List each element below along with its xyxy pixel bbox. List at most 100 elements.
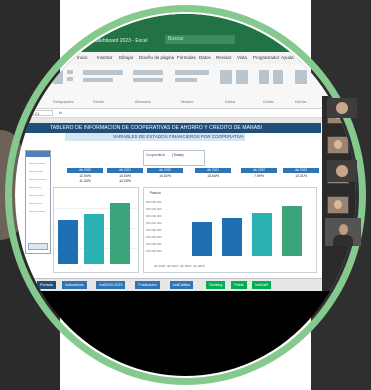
table-format-icon[interactable]: [236, 70, 248, 84]
insert-cells-icon[interactable]: [259, 70, 269, 84]
participant-thumbnail[interactable]: [327, 136, 349, 154]
tab-archivo[interactable]: Archivo: [55, 55, 70, 60]
slicer-clear-button[interactable]: [28, 243, 48, 250]
participant-face: [336, 102, 348, 114]
kpi-right-header: dic 2023: [283, 168, 319, 173]
title-bar: Tablero CAC dashboard 2023 - Excel Busca…: [15, 14, 356, 52]
sheet-tab-pobla[interactable]: Pobla: [231, 281, 247, 289]
search-input[interactable]: Buscar: [165, 35, 235, 44]
kpi-value: 13.31%: [295, 174, 307, 178]
tab-diseno[interactable]: Diseño de página: [139, 55, 174, 60]
number-format-select[interactable]: [175, 70, 209, 75]
percent-icon[interactable]: [175, 78, 197, 82]
y-tick: 250.000.000: [146, 235, 162, 239]
sheet-tab-publicacion[interactable]: Publicacion: [135, 281, 160, 289]
tab-power-pivot[interactable]: Power Pivot: [299, 55, 323, 60]
slicer-item[interactable]: [29, 203, 42, 204]
legend-item: dic 2022: [180, 264, 192, 268]
kpi-right-header: dic 2021: [195, 168, 231, 173]
chart-title: Pasivo: [150, 191, 161, 195]
slicer-item[interactable]: [29, 195, 44, 196]
bold-italic-icons[interactable]: [83, 78, 113, 82]
dashboard-subheader: VARIABLES DE ESTADOS FINANCIEROS POR COO…: [65, 133, 245, 141]
participant-face: [336, 165, 348, 177]
cut-icon[interactable]: [67, 70, 73, 74]
slicer-item[interactable]: [29, 187, 41, 188]
align-icons[interactable]: [133, 70, 163, 75]
legend-item: dic 2023: [193, 264, 205, 268]
sheet-tab-indi2020-2023[interactable]: Indi2020-2023: [96, 281, 126, 289]
worksheet[interactable]: TABLERO DE INFORMACION DE COOPERATIVAS D…: [15, 123, 356, 278]
tab-programador[interactable]: Programador: [253, 55, 279, 60]
kpi-left-header: dic 2021: [107, 168, 143, 173]
dashboard-subtitle: VARIABLES DE ESTADOS FINANCIEROS POR COO…: [113, 134, 244, 139]
group-number: Número: [181, 100, 194, 104]
slicer-item[interactable]: [29, 179, 46, 180]
cooperativa-filter[interactable]: Cooperativa (Todas): [143, 150, 205, 166]
participant-face: [339, 224, 348, 235]
y-tick: 450.000.000: [146, 207, 162, 211]
sort-filter-icon[interactable]: [295, 70, 307, 84]
conditional-format-icon[interactable]: [220, 70, 232, 84]
tab-formulas[interactable]: Fórmulas: [177, 55, 196, 60]
slicer-item[interactable]: [29, 211, 45, 212]
slicer-panel[interactable]: [25, 150, 51, 254]
search-placeholder: Buscar: [168, 36, 184, 42]
tab-vista[interactable]: Vista: [237, 55, 247, 60]
tab-revisar[interactable]: Revisar: [216, 55, 231, 60]
tab-insertar[interactable]: Insertar: [97, 55, 112, 60]
kpi-value: 12.00%: [79, 174, 91, 178]
filter-label: Cooperativa: [146, 153, 165, 157]
paste-icon[interactable]: [53, 70, 63, 84]
kpi-right-header: dic 2020: [147, 168, 183, 173]
chart-bar: [110, 203, 130, 264]
chart-bar: [252, 212, 272, 256]
kpi-value: 13.64%: [207, 174, 219, 178]
name-box[interactable]: C1: [33, 110, 53, 116]
participant-video-tile[interactable]: [325, 218, 361, 246]
participant-face: [334, 200, 342, 209]
sheet-tab-indicalif[interactable]: IndiCalif: [251, 281, 271, 289]
chart-legend: dic 2020 dic 2021 dic 2022 dic 2023: [154, 264, 204, 268]
slicer-header: [26, 151, 50, 157]
tab-dibujar[interactable]: Dibujar: [119, 55, 133, 60]
dashboard-title: TABLERO DE INFORMACION DE COOPERATIVAS D…: [50, 125, 263, 131]
group-clipboard: Portapapeles: [53, 100, 74, 104]
y-tick: 150.000.000: [146, 249, 162, 253]
group-font: Fuente: [93, 100, 104, 104]
formula-bar: C1 fx: [15, 109, 356, 118]
participant-thumbnail[interactable]: [327, 196, 349, 214]
merge-icon[interactable]: [133, 78, 163, 82]
chart-bar: [222, 217, 242, 256]
slicer-item[interactable]: [29, 163, 45, 164]
tab-ayuda[interactable]: Ayuda: [281, 55, 294, 60]
sheet-tab-indicalifica[interactable]: IndiCalifica: [169, 281, 194, 289]
legend-item: dic 2021: [167, 264, 179, 268]
copy-icon[interactable]: [67, 77, 73, 81]
kpi-value: 14.02%: [159, 174, 171, 178]
ribbon-tabs: Archivo Inicio Insertar Dibujar Diseño d…: [15, 52, 356, 64]
kpi-value: 7.99%: [254, 174, 264, 178]
participant-tile[interactable]: [327, 98, 357, 118]
sheet-tab-ranking[interactable]: Ranking: [206, 281, 226, 289]
y-tick: 400.000.000: [146, 214, 162, 218]
sheet-tab-portada[interactable]: Portada: [37, 281, 56, 289]
chart-panel-right[interactable]: Pasivo 500.000.000 450.000.000 400.000.0…: [143, 187, 317, 273]
chart-panel-left[interactable]: [53, 187, 139, 273]
legend-item: dic 2020: [154, 264, 166, 268]
tab-datos[interactable]: Datos: [199, 55, 211, 60]
kpi-left-header: dic 2020: [67, 168, 103, 173]
tab-inicio[interactable]: Inicio: [77, 55, 88, 60]
kpi-value: 13.00%: [119, 174, 131, 178]
screen-circle: Tablero CAC dashboard 2023 - Excel Busca…: [15, 14, 356, 376]
filter-value: (Todas): [172, 153, 184, 157]
sheet-tab-indicadores[interactable]: Indicadores: [62, 281, 87, 289]
participant-tile[interactable]: [327, 160, 357, 182]
delete-cells-icon[interactable]: [273, 70, 283, 84]
font-select[interactable]: [83, 70, 123, 75]
ribbon: Portapapeles Fuente Alineación Número Es…: [15, 64, 356, 109]
slicer-item[interactable]: [29, 171, 43, 172]
dashboard-header: TABLERO DE INFORMACION DE COOPERATIVAS D…: [15, 123, 321, 133]
y-tick: 350.000.000: [146, 221, 162, 225]
chart-bar: [84, 214, 104, 264]
